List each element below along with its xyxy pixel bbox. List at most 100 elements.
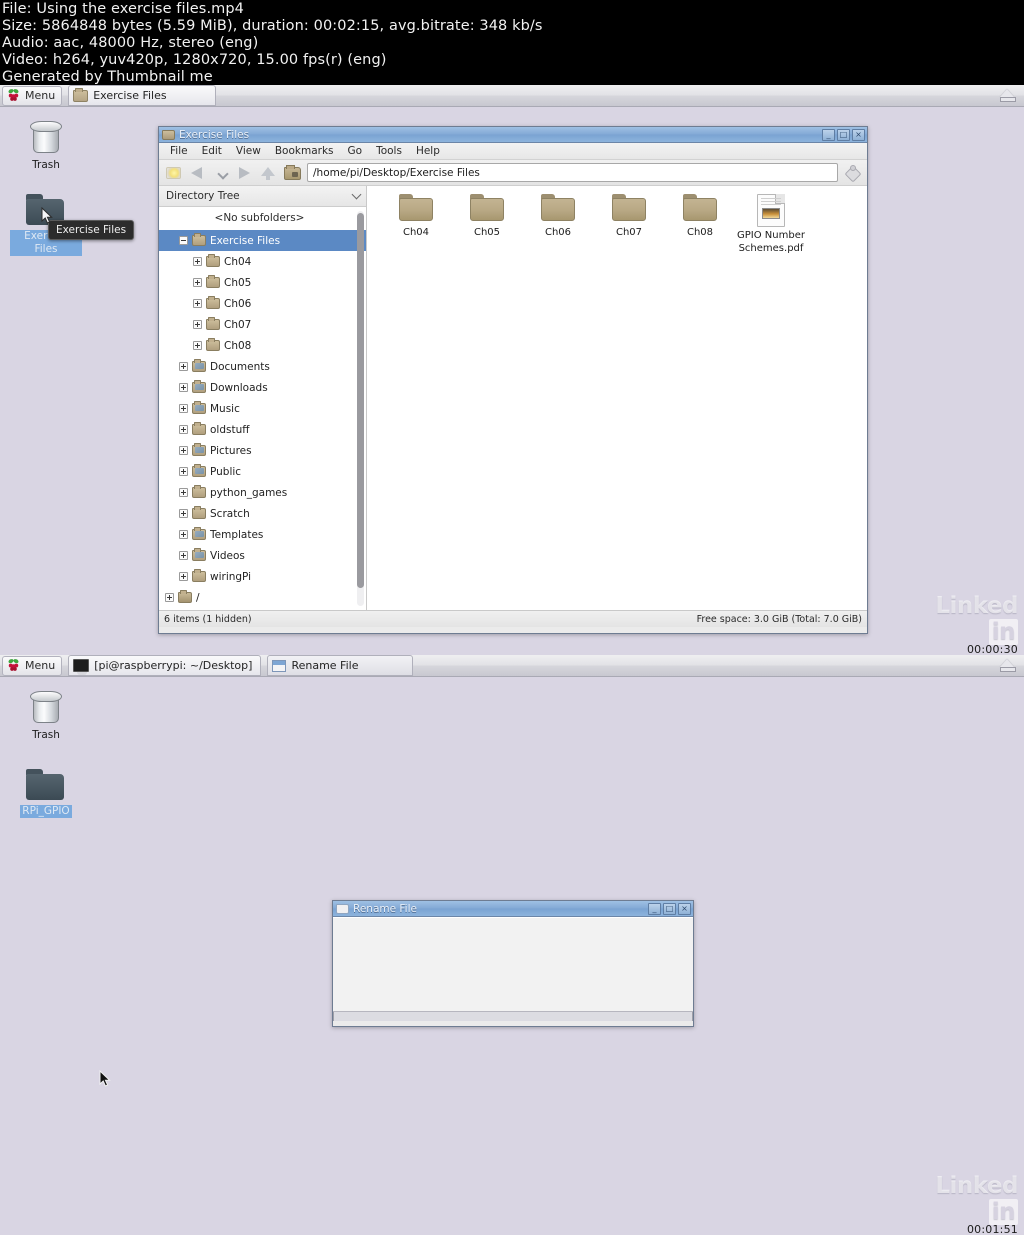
folder-icon [73,87,89,102]
tree-item-label: Videos [210,549,245,562]
expand-icon[interactable] [179,362,188,371]
folder-special-icon [192,401,206,414]
expand-icon[interactable] [193,278,202,287]
tree-no-subfolders-label: <No subfolders> [214,211,305,224]
tree-item-music[interactable]: Music [159,398,366,419]
history-dropdown-icon[interactable] [213,163,229,183]
tree-item-exercise-files[interactable]: Exercise Files [159,230,366,251]
toolbar: /home/pi/Desktop/Exercise Files [159,160,867,186]
back-arrow-icon[interactable] [188,163,210,183]
tree-item-public[interactable]: Public [159,461,366,482]
tree-item-downloads[interactable]: Downloads [159,377,366,398]
menu-file[interactable]: File [163,144,195,158]
expand-icon[interactable] [179,509,188,518]
file-icon-view[interactable]: Ch04 Ch05 Ch06 Ch07 Ch08 GPIO Number Schemes.… [367,186,867,610]
tree-item-label: oldstuff [210,423,250,436]
tree-item-ch06[interactable]: Ch06 [159,293,366,314]
linkedin-logo: Linkedin [906,1173,1018,1225]
video-timestamp: 00:00:30 [966,643,1018,655]
expand-icon[interactable] [179,383,188,392]
up-arrow-icon[interactable] [257,163,279,183]
expand-icon[interactable] [193,320,202,329]
minimize-button[interactable]: _ [822,128,835,141]
tree-item-oldstuff[interactable]: oldstuff [159,419,366,440]
home-folder-icon[interactable] [282,163,304,183]
linkedin-logo: Linkedin [906,593,1018,645]
taskbar-item-terminal[interactable]: [pi@raspberrypi: ~/Desktop] [68,655,262,676]
forward-arrow-icon[interactable] [232,163,254,183]
dialog-title: Rename File [353,902,417,915]
collapse-icon[interactable] [179,236,188,245]
dialog-titlebar[interactable]: Rename File _ □ × [333,901,693,917]
expand-icon[interactable] [179,446,188,455]
expand-icon[interactable] [179,530,188,539]
close-button[interactable]: × [852,128,865,141]
desktop-icon-trash-bottom[interactable]: Trash [10,687,82,742]
menu-bar: File Edit View Bookmarks Go Tools Help [159,143,867,160]
file-item[interactable]: Ch08 [665,194,735,255]
tree-item-templates[interactable]: Templates [159,524,366,545]
lightbulb-icon[interactable] [163,163,185,183]
chevron-down-icon[interactable] [351,189,362,200]
tree-item-documents[interactable]: Documents [159,356,366,377]
taskbar-item-rename-file[interactable]: Rename File [267,655,414,676]
menu-button-bottom[interactable]: Menu [2,655,63,676]
expand-icon[interactable] [179,425,188,434]
expand-icon[interactable] [193,299,202,308]
expand-icon[interactable] [179,572,188,581]
tree-item-ch04[interactable]: Ch04 [159,251,366,272]
menu-bookmarks[interactable]: Bookmarks [268,144,341,158]
tree-item-wiringpi[interactable]: wiringPi [159,566,366,587]
desktop-icon-rpi-gpio[interactable]: RPi_GPIO [10,767,82,818]
raspberry-pi-icon [6,658,21,673]
folder-icon [24,767,68,803]
file-item[interactable]: Ch04 [381,194,451,255]
menu-button-top[interactable]: Menu [2,85,63,106]
window-titlebar[interactable]: Exercise Files _ □ × [159,127,867,143]
file-item[interactable]: GPIO Number Schemes.pdf [736,194,806,255]
tree-item-ch08[interactable]: Ch08 [159,335,366,356]
desktop-icon-trash-top[interactable]: Trash [10,117,82,172]
expand-icon[interactable] [193,341,202,350]
expand-icon[interactable] [193,257,202,266]
directory-tree-scroll[interactable]: <No subfolders> Exercise Files Ch04 Ch05 Ch… [159,207,366,610]
folder-icon [206,317,220,330]
tree-item-[interactable]: / [159,587,366,608]
tree-item-ch05[interactable]: Ch05 [159,272,366,293]
expand-icon[interactable] [165,593,174,602]
expand-icon[interactable] [179,488,188,497]
expand-icon[interactable] [179,467,188,476]
path-input[interactable]: /home/pi/Desktop/Exercise Files [307,163,838,182]
maximize-button[interactable]: □ [663,902,676,915]
folder-icon [469,194,505,222]
file-item[interactable]: Ch05 [452,194,522,255]
eject-button-bottom[interactable] [996,657,1018,675]
file-item[interactable]: Ch06 [523,194,593,255]
minimize-button[interactable]: _ [648,902,661,915]
folder-icon [540,194,576,222]
expand-icon[interactable] [179,551,188,560]
taskbar-item-exercise-files[interactable]: Exercise Files [68,85,217,106]
file-item[interactable]: Ch07 [594,194,664,255]
tree-item-pictures[interactable]: Pictures [159,440,366,461]
tree-item-videos[interactable]: Videos [159,545,366,566]
menu-go[interactable]: Go [341,144,370,158]
tree-item-ch07[interactable]: Ch07 [159,314,366,335]
tree-item-python-games[interactable]: python_games [159,482,366,503]
tree-scrollbar[interactable] [357,211,364,606]
expand-icon[interactable] [179,404,188,413]
maximize-button[interactable]: □ [837,128,850,141]
menu-edit[interactable]: Edit [195,144,229,158]
close-button[interactable]: × [678,902,691,915]
folder-icon [206,275,220,288]
menu-tools[interactable]: Tools [369,144,409,158]
eject-button-top[interactable] [996,87,1018,105]
menu-view[interactable]: View [229,144,268,158]
rename-file-dialog: Rename File _ □ × [332,900,694,1027]
tree-item-scratch[interactable]: Scratch [159,503,366,524]
tree-item-label: Ch08 [224,339,252,352]
bookmark-icon[interactable] [841,163,863,183]
directory-tree-header[interactable]: Directory Tree [159,186,366,207]
menu-help[interactable]: Help [409,144,447,158]
dialog-resize-grip[interactable] [333,1011,693,1021]
